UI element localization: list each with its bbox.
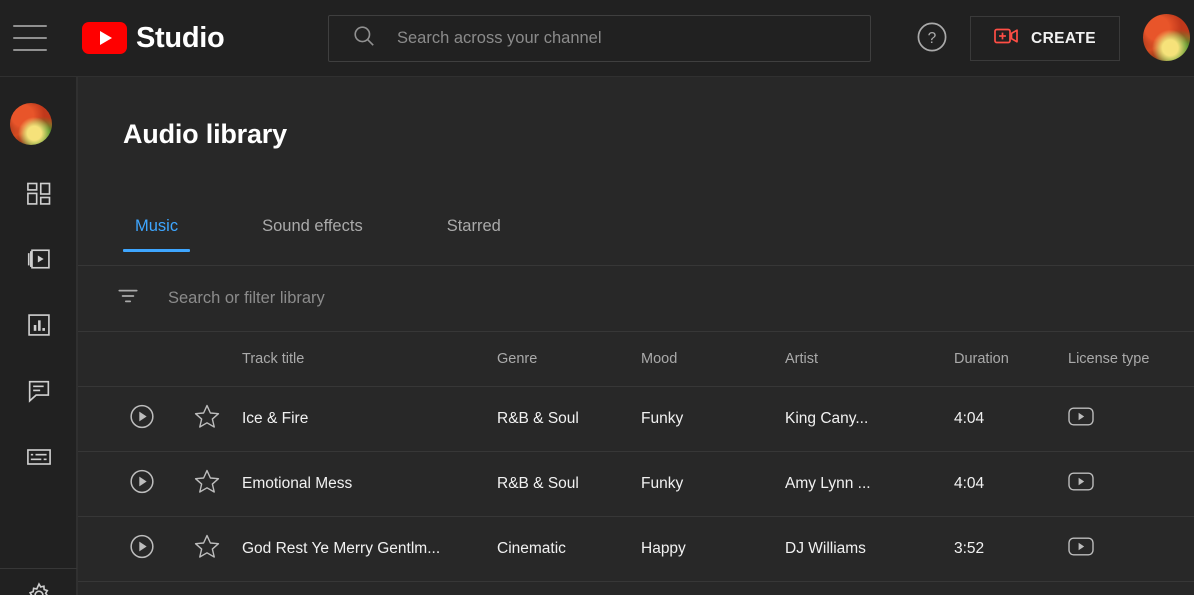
sidebar-divider [0, 568, 77, 569]
dashboard-grid-icon [25, 180, 53, 213]
cell-license-type[interactable] [1068, 472, 1094, 496]
play-button[interactable] [128, 533, 156, 566]
play-circle-icon [128, 468, 156, 501]
hamburger-menu-icon[interactable] [13, 25, 47, 51]
column-header-artist[interactable]: Artist [785, 351, 818, 367]
help-circle-icon: ? [915, 20, 949, 59]
svg-text:?: ? [928, 30, 937, 47]
sidebar-item-subtitles[interactable] [0, 435, 77, 483]
star-outline-icon [193, 533, 221, 566]
cell-artist: DJ Williams [785, 540, 866, 558]
sidebar-channel-avatar[interactable] [10, 103, 52, 145]
sidebar-item-settings[interactable] [0, 573, 77, 595]
main-content: Audio library Music Sound effects Starre… [78, 77, 1194, 595]
column-header-track-title[interactable]: Track title [242, 351, 304, 367]
audio-library-table: Track title Genre Mood Artist Duration L… [78, 332, 1194, 582]
left-sidebar [0, 77, 77, 595]
cell-duration: 4:04 [954, 410, 984, 428]
bar-chart-icon [25, 311, 53, 344]
play-button[interactable] [128, 403, 156, 436]
library-filter-bar [78, 266, 1194, 331]
youtube-license-icon [1068, 407, 1094, 431]
account-avatar[interactable] [1143, 14, 1190, 61]
star-favorite-button[interactable] [193, 533, 221, 566]
sidebar-item-content[interactable] [0, 237, 77, 285]
hamburger-line [13, 49, 47, 51]
play-circle-icon [128, 403, 156, 436]
tab-starred[interactable]: Starred [435, 217, 513, 252]
cell-genre: R&B & Soul [497, 410, 579, 428]
video-content-icon [25, 245, 53, 278]
channel-search-box[interactable] [328, 15, 871, 62]
create-button-label: CREATE [1031, 30, 1096, 48]
hamburger-line [13, 37, 47, 39]
cell-duration: 3:52 [954, 540, 984, 558]
cell-license-type[interactable] [1068, 537, 1094, 561]
help-button[interactable]: ? [913, 20, 951, 58]
library-tabs: Music Sound effects Starred [123, 217, 513, 252]
cell-mood: Funky [641, 475, 683, 493]
video-camera-plus-icon [994, 26, 1020, 51]
play-button[interactable] [128, 468, 156, 501]
cell-duration: 4:04 [954, 475, 984, 493]
star-outline-icon [193, 403, 221, 436]
cell-artist: King Cany... [785, 410, 868, 428]
sidebar-item-dashboard[interactable] [0, 172, 77, 220]
play-triangle [100, 31, 112, 45]
hamburger-line [13, 25, 47, 27]
cell-track-title: God Rest Ye Merry Gentlm... [242, 540, 440, 558]
comment-bubble-icon [25, 377, 53, 410]
tab-sound-effects[interactable]: Sound effects [250, 217, 375, 252]
cell-genre: Cinematic [497, 540, 566, 558]
cell-mood: Happy [641, 540, 686, 558]
sidebar-item-analytics[interactable] [0, 303, 77, 351]
cell-license-type[interactable] [1068, 407, 1094, 431]
column-header-duration[interactable]: Duration [954, 351, 1009, 367]
cell-artist: Amy Lynn ... [785, 475, 871, 493]
youtube-logo-icon [82, 22, 127, 54]
sidebar-item-comments[interactable] [0, 369, 77, 417]
table-row[interactable]: Emotional Mess R&B & Soul Funky Amy Lynn… [78, 452, 1194, 517]
filter-icon[interactable] [115, 283, 141, 314]
search-input[interactable] [397, 29, 858, 48]
brand-text: Studio [136, 22, 224, 55]
filter-input[interactable] [168, 289, 1170, 308]
youtube-license-icon [1068, 472, 1094, 496]
table-header-row: Track title Genre Mood Artist Duration L… [78, 332, 1194, 387]
table-row[interactable]: Ice & Fire R&B & Soul Funky King Cany...… [78, 387, 1194, 452]
star-outline-icon [193, 468, 221, 501]
studio-brand-logo[interactable]: Studio [82, 22, 224, 55]
top-header-bar: Studio ? CREATE [0, 0, 1194, 77]
youtube-license-icon [1068, 537, 1094, 561]
table-row[interactable]: God Rest Ye Merry Gentlm... Cinematic Ha… [78, 517, 1194, 582]
cell-track-title: Emotional Mess [242, 475, 352, 493]
gear-icon [25, 581, 53, 595]
star-favorite-button[interactable] [193, 468, 221, 501]
column-header-license-type[interactable]: License type [1068, 351, 1149, 367]
column-header-mood[interactable]: Mood [641, 351, 677, 367]
search-icon [351, 23, 377, 54]
cell-genre: R&B & Soul [497, 475, 579, 493]
column-header-genre[interactable]: Genre [497, 351, 537, 367]
create-button[interactable]: CREATE [970, 16, 1120, 61]
star-favorite-button[interactable] [193, 403, 221, 436]
page-title: Audio library [123, 119, 287, 150]
tab-music[interactable]: Music [123, 217, 190, 252]
cell-track-title: Ice & Fire [242, 410, 308, 428]
play-circle-icon [128, 533, 156, 566]
cell-mood: Funky [641, 410, 683, 428]
subtitles-icon [25, 443, 53, 476]
